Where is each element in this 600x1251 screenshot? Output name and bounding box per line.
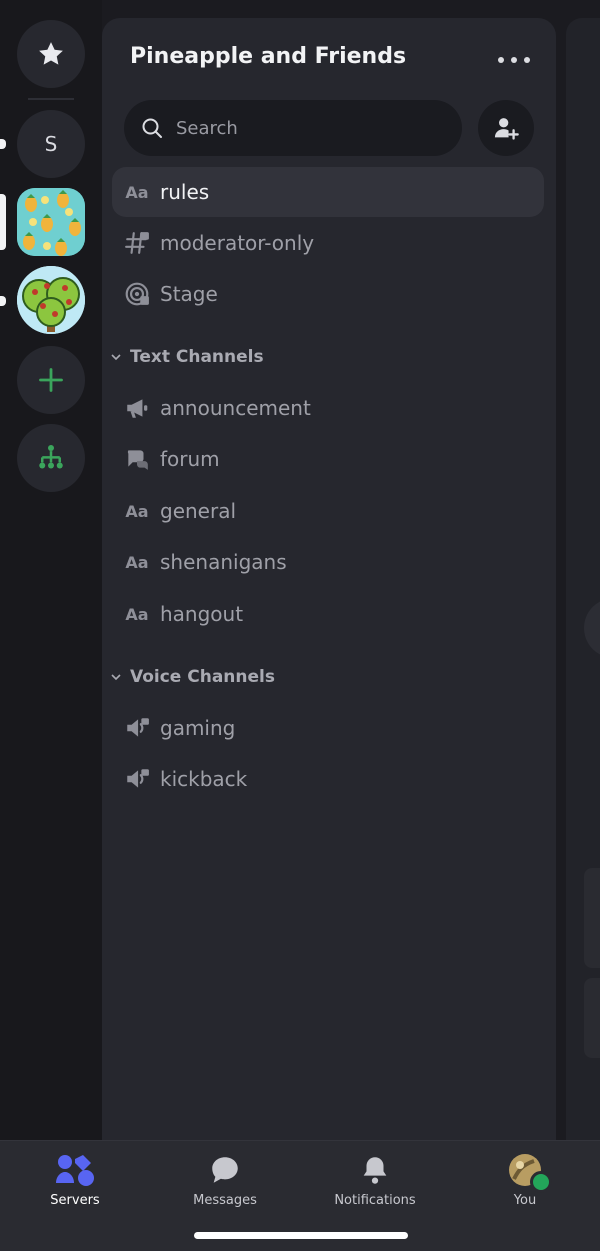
star-icon — [39, 42, 63, 65]
channel-label: forum — [160, 447, 220, 471]
home-indicator — [194, 1232, 408, 1239]
channel-label: gaming — [160, 716, 236, 740]
channel-announcement[interactable]: announcement — [112, 383, 544, 433]
nav-label: Messages — [193, 1193, 257, 1208]
search-input[interactable] — [174, 116, 438, 140]
pineapple-server-button[interactable] — [17, 188, 85, 256]
nav-messages[interactable]: Messages — [165, 1153, 285, 1208]
starred-button[interactable] — [17, 20, 85, 88]
peek-card — [584, 868, 600, 968]
nav-notifications[interactable]: Notifications — [315, 1153, 435, 1208]
channel-rules[interactable]: Aa rules — [112, 167, 544, 217]
bell-icon — [363, 1157, 387, 1184]
channel-shenanigans[interactable]: Aa shenanigans — [112, 537, 544, 587]
search-icon — [142, 118, 162, 138]
speaker-lock-icon — [124, 766, 150, 792]
chat-panel-peek[interactable] — [566, 18, 600, 1140]
forum-icon — [124, 446, 150, 472]
nav-you[interactable]: You — [465, 1153, 585, 1208]
tree-server-icon — [17, 266, 85, 334]
server-name[interactable]: Pineapple and Friends — [130, 44, 406, 69]
rail-divider — [28, 98, 74, 100]
discover-button[interactable] — [17, 424, 85, 492]
channel-moderator-only[interactable]: moderator-only — [112, 218, 544, 268]
avatar — [508, 1153, 552, 1193]
text-channel-icon: Aa — [125, 182, 149, 202]
text-channel-icon: Aa — [125, 604, 149, 624]
channel-label: moderator-only — [160, 231, 315, 255]
category-voice-channels[interactable]: Voice Channels — [110, 667, 275, 687]
servers-icon — [56, 1155, 94, 1186]
channel-label: rules — [160, 180, 210, 204]
channel-label: Stage — [160, 282, 218, 306]
hash-lock-icon — [124, 230, 150, 256]
channel-gaming[interactable]: gaming — [112, 703, 544, 753]
megaphone-icon — [124, 395, 150, 421]
tree-server-button[interactable] — [17, 266, 85, 334]
category-label: Text Channels — [130, 347, 264, 367]
channel-label: general — [160, 499, 237, 523]
stage-icon — [124, 281, 150, 307]
text-channel-icon: Aa — [125, 501, 149, 521]
channel-hangout[interactable]: Aa hangout — [112, 589, 544, 639]
search-bar[interactable] — [124, 100, 462, 156]
channel-panel: Pineapple and Friends Aa rules moderator… — [102, 18, 556, 1140]
chevron-down-icon — [111, 674, 121, 681]
pineapple-server-icon — [17, 188, 85, 256]
server-options-button[interactable] — [498, 48, 530, 72]
text-channel-icon: Aa — [125, 552, 149, 572]
nav-label: Notifications — [334, 1193, 416, 1208]
peek-avatar-placeholder — [584, 598, 600, 658]
server-s-button[interactable]: S — [17, 110, 85, 178]
nav-label: You — [513, 1193, 537, 1208]
speaker-lock-icon — [124, 715, 150, 741]
unread-indicator — [0, 139, 6, 149]
channel-kickback[interactable]: kickback — [112, 754, 544, 804]
channel-label: kickback — [160, 767, 248, 791]
nav-label: Servers — [50, 1193, 100, 1208]
category-text-channels[interactable]: Text Channels — [110, 347, 264, 367]
selected-indicator — [0, 194, 6, 250]
invite-member-button[interactable] — [478, 100, 534, 156]
chevron-down-icon — [111, 354, 121, 361]
channel-general[interactable]: Aa general — [112, 486, 544, 536]
server-rail: S — [0, 0, 102, 1140]
channel-stage[interactable]: Stage — [112, 269, 544, 319]
channel-forum[interactable]: forum — [112, 434, 544, 484]
plus-icon — [39, 368, 63, 392]
server-initial: S — [44, 132, 58, 156]
nav-servers[interactable]: Servers — [15, 1153, 135, 1208]
more-icon — [498, 57, 504, 63]
online-status-icon — [530, 1171, 552, 1193]
peek-card — [584, 978, 600, 1058]
category-label: Voice Channels — [130, 667, 275, 687]
unread-indicator — [0, 296, 6, 306]
add-server-button[interactable] — [17, 346, 85, 414]
add-user-icon — [494, 118, 519, 140]
chat-bubble-icon — [212, 1157, 238, 1183]
channel-label: announcement — [160, 396, 311, 420]
hierarchy-icon — [39, 445, 63, 469]
channel-label: hangout — [160, 602, 244, 626]
channel-label: shenanigans — [160, 550, 287, 574]
